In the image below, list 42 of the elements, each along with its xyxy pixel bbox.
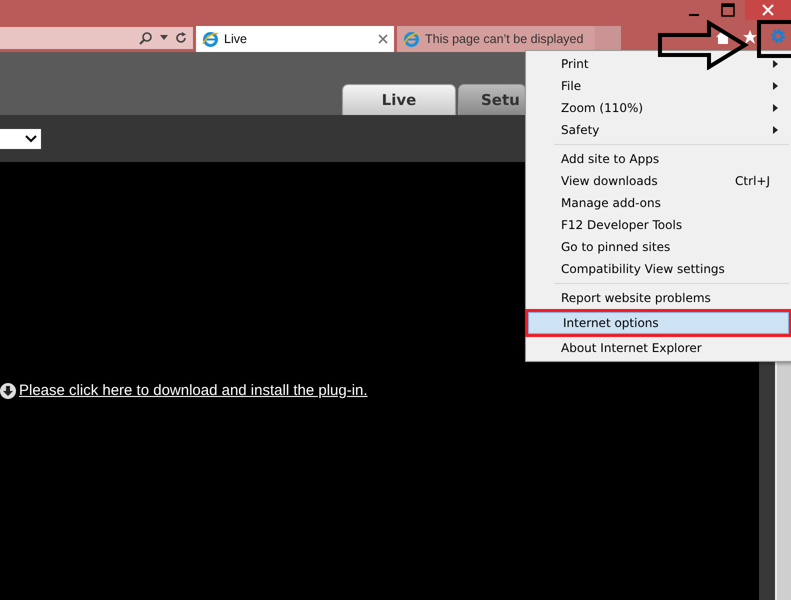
browser-tab[interactable]: This page can’t be displayed bbox=[397, 26, 595, 52]
submenu-arrow-icon bbox=[773, 82, 778, 90]
dropdown-field[interactable] bbox=[0, 128, 41, 148]
submenu-arrow-icon bbox=[773, 60, 778, 68]
menu-item[interactable]: Report website problems bbox=[526, 287, 791, 309]
menu-item[interactable]: Safety bbox=[526, 119, 791, 141]
menu-item[interactable]: Print bbox=[526, 53, 791, 75]
shortcut-label: Ctrl+J bbox=[735, 174, 770, 188]
close-tab-icon[interactable] bbox=[378, 34, 388, 44]
minimize-icon bbox=[689, 14, 699, 16]
menu-item[interactable]: View downloads Ctrl+J bbox=[526, 170, 791, 192]
highlight-box bbox=[757, 20, 791, 58]
chevron-down-icon bbox=[25, 134, 37, 142]
search-icon bbox=[139, 31, 153, 45]
plugin-download-link[interactable]: Please click here to download and install the plug-in. bbox=[19, 382, 368, 399]
menu-item[interactable]: Manage add-ons bbox=[526, 192, 791, 214]
menu-item[interactable]: About Internet Explorer bbox=[526, 337, 791, 359]
menu-item[interactable]: F12 Developer Tools bbox=[526, 214, 791, 236]
browser-logo-icon bbox=[202, 30, 219, 48]
address-field[interactable] bbox=[0, 27, 193, 49]
browser-tab[interactable]: Live bbox=[196, 26, 394, 52]
submenu-arrow-icon bbox=[773, 126, 778, 134]
close-button[interactable] bbox=[745, 0, 791, 20]
tab-title: This page can’t be displayed bbox=[425, 32, 584, 46]
browser-logo-icon bbox=[403, 30, 420, 48]
close-icon bbox=[762, 4, 774, 16]
refresh-icon bbox=[175, 32, 187, 44]
menu-item[interactable]: Zoom (110%) bbox=[526, 97, 791, 119]
menu-item[interactable]: Internet options bbox=[528, 312, 789, 334]
maximize-icon bbox=[721, 3, 735, 17]
star-icon[interactable] bbox=[742, 29, 758, 45]
new-tab-button[interactable] bbox=[595, 26, 621, 52]
submenu-arrow-icon bbox=[773, 104, 778, 112]
menu-item[interactable]: File bbox=[526, 75, 791, 97]
menu-item[interactable]: Compatibility View settings bbox=[526, 258, 791, 280]
menu-item[interactable]: Add site to Apps bbox=[526, 148, 791, 170]
page-tab[interactable]: Live bbox=[342, 84, 456, 115]
download-icon bbox=[0, 382, 16, 398]
caret-icon bbox=[160, 35, 168, 41]
page-tab[interactable]: Setu bbox=[458, 84, 526, 115]
tab-title: Live bbox=[224, 32, 248, 46]
menu-item[interactable]: Go to pinned sites bbox=[526, 236, 791, 258]
